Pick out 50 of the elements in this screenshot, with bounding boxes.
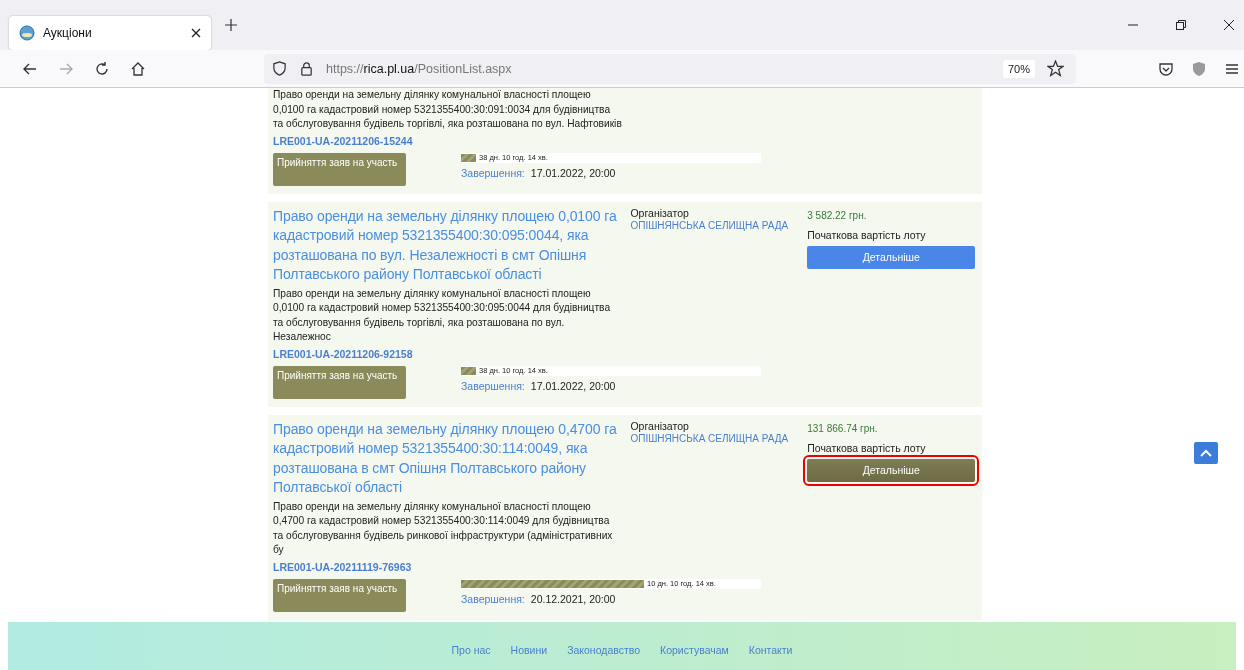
scroll-top-button[interactable] bbox=[1194, 442, 1218, 464]
star-icon[interactable] bbox=[1047, 60, 1064, 77]
end-label: Завершення: bbox=[461, 379, 525, 392]
lot-description: Право оренди на земельну ділянку комунальної власності площею 0,4700 га кадастровий номер 5321355400:30:114:0049 для будівництва та обслуговування будівель ринкової інфраструктури (адміністративних бу bbox=[273, 499, 614, 557]
organizer-label: Організатор bbox=[630, 419, 690, 432]
status-label: Прийняття заяв на участь bbox=[273, 365, 406, 399]
status-label: Прийняття заяв на участь bbox=[273, 152, 406, 186]
status-label: Прийняття заяв на участь bbox=[273, 578, 406, 612]
browser-tab[interactable]: Аукціони bbox=[9, 16, 211, 50]
footer-link[interactable]: Користувачам bbox=[660, 644, 729, 656]
end-label: Завершення: bbox=[461, 592, 525, 605]
home-icon[interactable] bbox=[130, 60, 146, 77]
shield-icon[interactable] bbox=[1191, 60, 1207, 77]
lock-icon bbox=[299, 61, 314, 76]
lot-code[interactable]: LRE001-UA-20211206-92158 bbox=[273, 347, 621, 360]
pocket-icon[interactable] bbox=[1158, 60, 1174, 77]
price-label: Початкова вартість лоту bbox=[807, 228, 927, 241]
lot-title[interactable]: Право оренди на земельну ділянку площею 0,0100 га кадастровий номер 5321355400:30:095:0044, яка розташована по вул. Незалежності в смт Опішня Полтавського району Полтавської області bbox=[273, 206, 621, 285]
url-text: https://rica.pl.ua/PositionList.aspx bbox=[326, 61, 513, 76]
restore-icon[interactable] bbox=[1176, 20, 1186, 30]
details-button[interactable]: Детальніше bbox=[807, 245, 976, 269]
lot-price: 3 582.22 грн. bbox=[807, 209, 868, 221]
close-icon[interactable] bbox=[191, 28, 201, 38]
globe-icon bbox=[19, 25, 35, 41]
organizer-link[interactable]: ОПІШНЯНСЬКА СЕЛИЩНА РАДА bbox=[630, 432, 798, 444]
footer-link[interactable]: Законодавство bbox=[567, 644, 641, 656]
lot-code[interactable]: LRE001-UA-20211206-15244 bbox=[273, 134, 623, 147]
zoom-level[interactable]: 70% bbox=[1002, 59, 1035, 78]
address-bar[interactable]: https://rica.pl.ua/PositionList.aspx 70% bbox=[264, 53, 1076, 84]
chevron-up-icon bbox=[1200, 449, 1212, 457]
tab-title: Аукціони bbox=[43, 26, 93, 40]
lot-title[interactable]: Право оренди на земельну ділянку площею 0,4700 га кадастровий номер 5321355400:30:114:0049, яка розташована в смт Опішня Полтавського району Полтавської області bbox=[273, 419, 621, 498]
organizer-link[interactable]: ОПІШНЯНСЬКА СЕЛИЩНА РАДА bbox=[630, 219, 798, 231]
footer-link[interactable]: Контакти bbox=[748, 644, 793, 656]
new-tab-icon[interactable] bbox=[225, 19, 237, 31]
end-date: 20.12.2021, 20:00 bbox=[530, 592, 616, 605]
lot-description: Право оренди на земельну ділянку комунальної власності площею 0,0100 га кадастровий номер 5321355400:30:091:0034 для будівництва та обслуговування будівель торгівлі, яка розташована по вул. Нафтовиків bbox=[273, 88, 623, 131]
lot-price: 131 866.74 грн. bbox=[807, 422, 879, 434]
footer-link[interactable]: Про нас bbox=[451, 644, 491, 656]
reload-icon[interactable] bbox=[94, 60, 110, 77]
price-label: Початкова вартість лоту bbox=[807, 441, 927, 454]
lot-code[interactable]: LRE001-UA-20211119-76963 bbox=[273, 560, 621, 573]
end-label: Завершення: bbox=[461, 166, 525, 179]
lot-description: Право оренди на земельну ділянку комунальної власності площею 0,0100 га кадастровий номер 5321355400:30:095:0044 для будівництва та обслуговування будівель торгівлі, яка розташована по вул. Незалежнос bbox=[273, 286, 612, 344]
footer-link[interactable]: Новини bbox=[510, 644, 548, 656]
end-date: 17.01.2022, 20:00 bbox=[530, 379, 616, 392]
end-date: 17.01.2022, 20:00 bbox=[530, 166, 616, 179]
close-icon[interactable] bbox=[1224, 20, 1234, 30]
shield-icon bbox=[272, 61, 287, 76]
organizer-label: Організатор bbox=[630, 206, 690, 219]
